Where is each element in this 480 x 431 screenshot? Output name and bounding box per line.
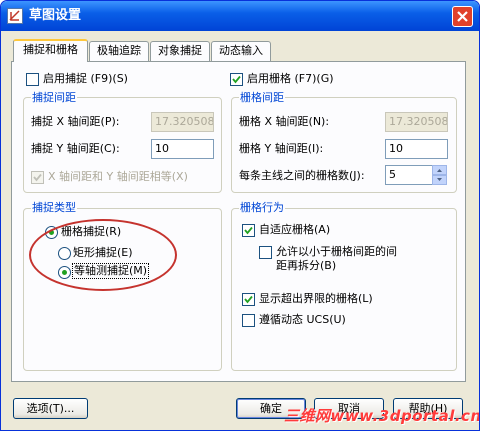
snap-on-label: 启用捕捉 (F9)(S): [43, 72, 128, 85]
grid-y-input[interactable]: 10: [385, 139, 448, 159]
major-line-spinner[interactable]: [432, 165, 447, 185]
adaptive-grid-label: 自适应栅格(A): [259, 223, 331, 236]
dialog-title: 草图设置: [29, 8, 82, 23]
check-icon: [244, 226, 253, 235]
tab-label: 动态输入: [219, 44, 263, 57]
snap-on-checkbox[interactable]: [26, 73, 39, 86]
radio-dot: [49, 230, 54, 235]
grid-y-label: 栅格 Y 轴间距(I):: [239, 142, 324, 155]
major-line-label: 每条主线之间的栅格数(J):: [239, 169, 365, 182]
grid-on-checkbox[interactable]: [230, 73, 243, 86]
dialog-window: 草图设置 捕捉和栅格 极轴追踪 对象捕捉 动态输入 启用捕捉 (F9)(S) 启…: [0, 0, 480, 431]
xy-equal-checkbox[interactable]: [31, 171, 44, 184]
snap-type-title: 捕捉类型: [31, 201, 77, 215]
close-icon: [457, 11, 468, 22]
spin-down-button[interactable]: [432, 175, 447, 185]
tab-polar-tracking[interactable]: 极轴追踪: [89, 41, 149, 61]
grid-behavior-title: 栅格行为: [239, 201, 285, 215]
grid-x-input[interactable]: 17.3205080: [385, 112, 448, 132]
watermark: 三维网www.3dportal.cn: [284, 407, 480, 425]
adaptive-grid-checkbox[interactable]: [242, 224, 255, 237]
spin-up-button[interactable]: [432, 165, 447, 175]
chevron-down-icon: [437, 178, 442, 181]
tab-snap-grid[interactable]: 捕捉和栅格: [13, 39, 88, 62]
snap-x-input[interactable]: 17.3205080: [151, 112, 214, 132]
tab-label: 捕捉和栅格: [23, 43, 78, 56]
tab-dynamic-input[interactable]: 动态输入: [211, 41, 271, 61]
snap-x-label: 捕捉 X 轴间距(P):: [31, 115, 120, 128]
grid-on-label: 启用栅格 (F7)(G): [247, 72, 334, 85]
grid-spacing-title: 栅格间距: [239, 91, 285, 105]
snap-y-label: 捕捉 Y 轴间距(C):: [31, 142, 120, 155]
tab-label: 极轴追踪: [97, 44, 141, 57]
iso-snap-radio[interactable]: [58, 266, 71, 279]
snap-spacing-title: 捕捉间距: [31, 91, 77, 105]
radio-dot: [62, 270, 67, 275]
subdivide-checkbox[interactable]: [259, 246, 272, 259]
snap-y-input[interactable]: 10: [151, 139, 214, 159]
subdivide-label-line1: 允许以小于栅格间距的间: [276, 245, 397, 258]
check-icon: [232, 75, 241, 84]
beyond-limits-label: 显示超出界限的栅格(L): [259, 292, 373, 305]
tab-label: 对象捕捉: [158, 44, 202, 57]
follow-ucs-label: 遵循动态 UCS(U): [259, 313, 346, 326]
subdivide-label-line2: 距再拆分(B): [276, 259, 337, 272]
xy-equal-label: X 轴间距和 Y 轴间距相等(X): [48, 170, 188, 183]
beyond-limits-checkbox[interactable]: [242, 293, 255, 306]
grid-x-label: 栅格 X 轴间距(N):: [239, 115, 330, 128]
grid-snap-label: 栅格捕捉(R): [61, 225, 122, 238]
grid-snap-radio[interactable]: [45, 226, 58, 239]
check-icon: [33, 173, 42, 182]
check-icon: [244, 295, 253, 304]
app-icon: [7, 8, 23, 24]
close-button[interactable]: [452, 6, 473, 27]
rect-snap-radio[interactable]: [58, 247, 71, 260]
options-button[interactable]: 选项(T)...: [13, 398, 88, 419]
chevron-up-icon: [437, 169, 442, 172]
title-bar[interactable]: 草图设置: [1, 1, 479, 31]
iso-snap-label: 等轴测捕捉(M): [71, 263, 150, 279]
rect-snap-label: 矩形捕捉(E): [73, 246, 133, 259]
tab-object-snap[interactable]: 对象捕捉: [150, 41, 210, 61]
major-line-input[interactable]: 5: [385, 165, 433, 185]
follow-ucs-checkbox[interactable]: [242, 314, 255, 327]
